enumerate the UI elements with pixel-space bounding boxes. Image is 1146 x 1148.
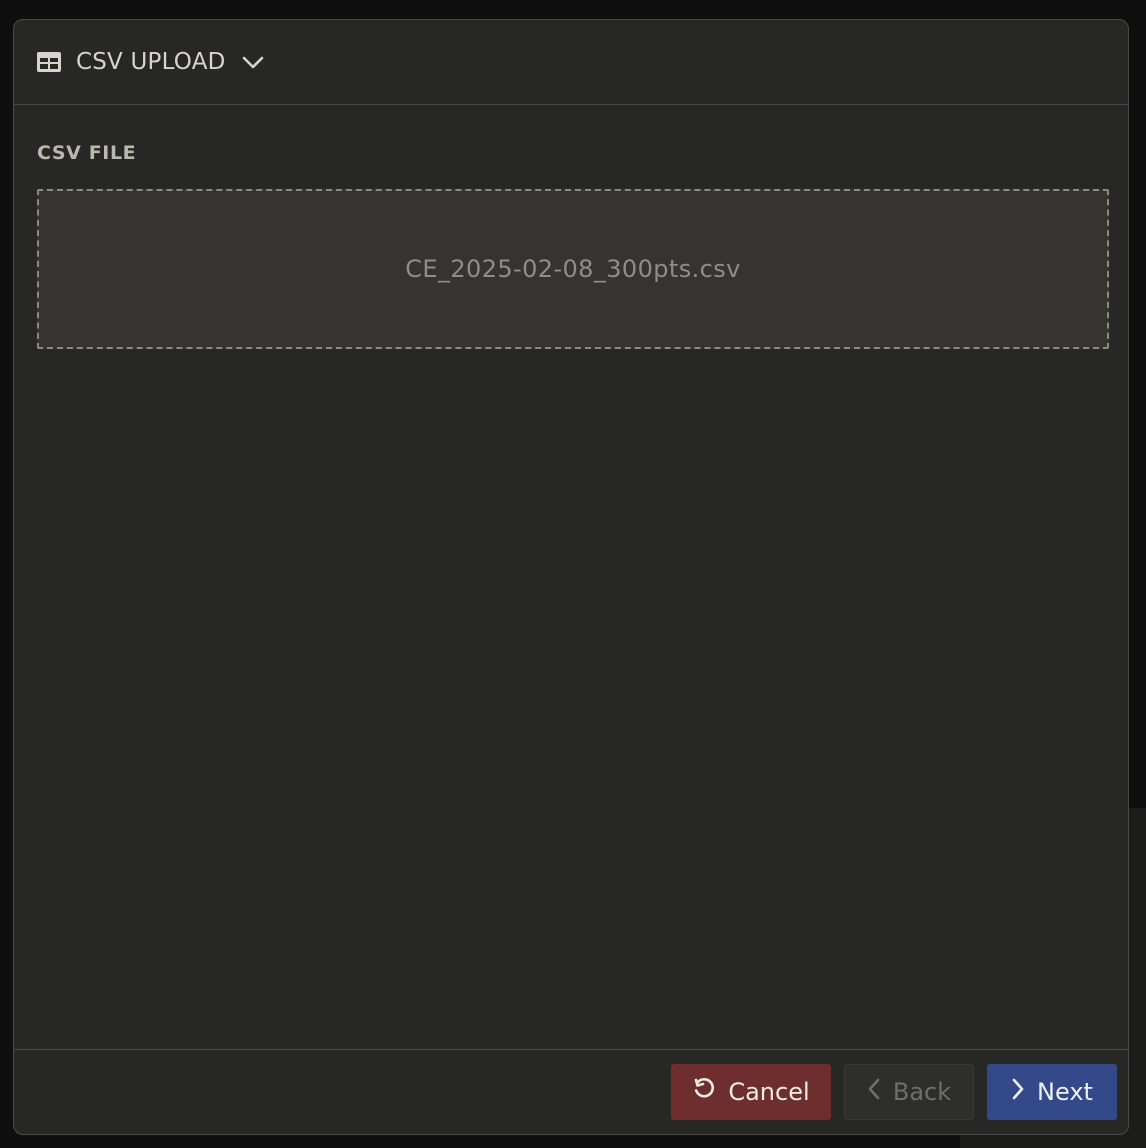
next-button[interactable]: Next [987, 1064, 1117, 1120]
table-icon [37, 52, 61, 72]
csv-file-label: CSV FILE [37, 142, 137, 164]
chevron-left-icon [867, 1077, 881, 1107]
selected-file-name: CE_2025-02-08_300pts.csv [405, 255, 741, 283]
back-label: Back [892, 1078, 952, 1106]
cancel-label: Cancel [728, 1078, 810, 1106]
back-button[interactable]: Back [844, 1064, 974, 1120]
chevron-down-icon [242, 55, 264, 69]
dialog-header: CSV UPLOAD [14, 20, 1128, 105]
csv-upload-dialog: CSV UPLOAD CSV FILE CE_2025-02-08_300pts… [13, 19, 1129, 1135]
file-dropzone[interactable]: CE_2025-02-08_300pts.csv [37, 189, 1109, 349]
next-label: Next [1037, 1078, 1093, 1106]
dialog-title: CSV UPLOAD [76, 49, 226, 75]
chevron-right-icon [1011, 1077, 1025, 1107]
undo-icon [692, 1077, 716, 1107]
cancel-button[interactable]: Cancel [671, 1064, 831, 1120]
dialog-type-dropdown[interactable]: CSV UPLOAD [37, 49, 264, 75]
dialog-footer: Cancel Back Next [14, 1049, 1128, 1134]
